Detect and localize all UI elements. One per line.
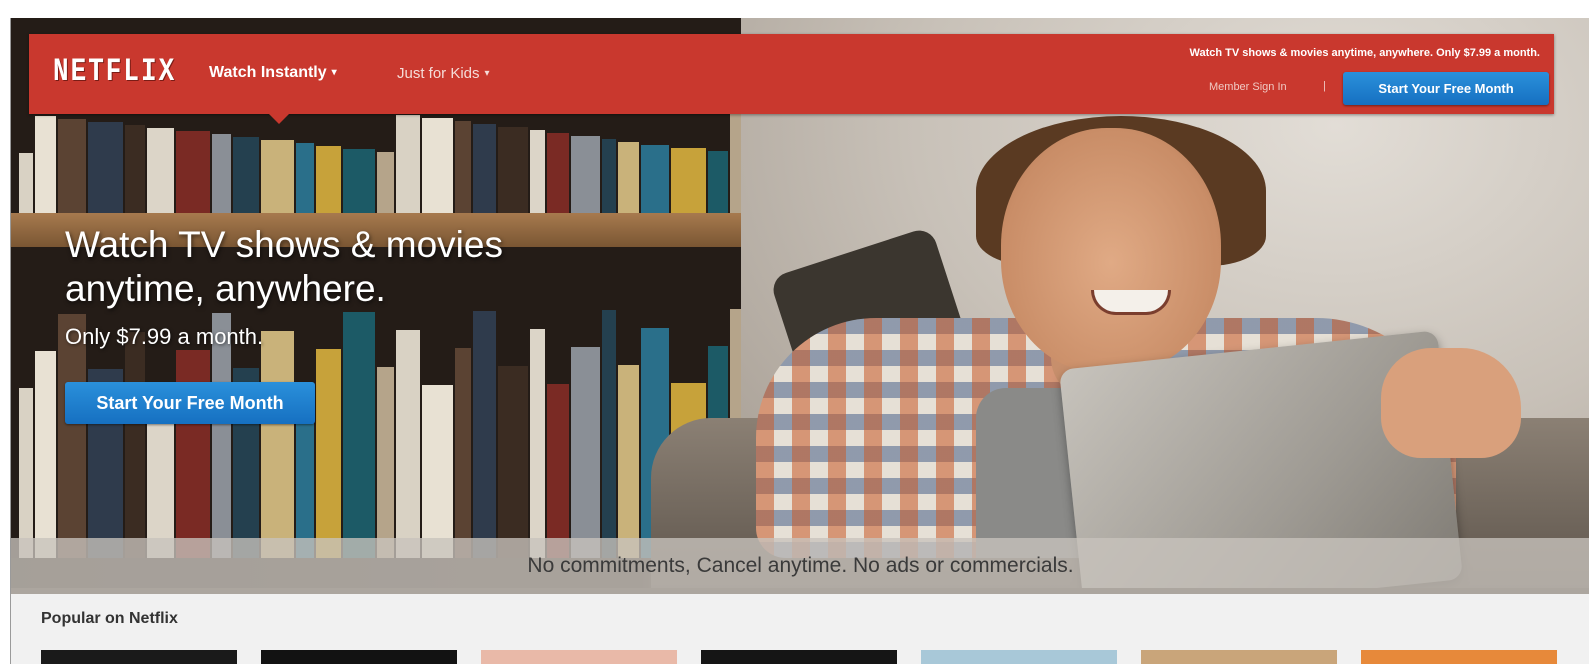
header-start-free-month-button[interactable]: Start Your Free Month <box>1343 72 1549 105</box>
hero-start-free-month-button[interactable]: Start Your Free Month <box>65 382 315 424</box>
book-spine <box>396 115 420 213</box>
book-spine <box>147 128 174 213</box>
book-spine <box>19 153 33 213</box>
person-smile <box>1091 290 1171 315</box>
books-top-row <box>11 113 757 213</box>
book-spine <box>261 140 294 213</box>
book-spine <box>498 366 528 558</box>
popular-title-poster[interactable] <box>1361 650 1557 664</box>
book-spine <box>377 367 394 558</box>
book-spine <box>35 351 56 558</box>
book-spine <box>377 152 394 213</box>
popular-title-poster[interactable] <box>1141 650 1337 664</box>
popular-title-poster[interactable] <box>481 650 677 664</box>
book-spine <box>498 127 528 213</box>
book-spine <box>316 146 341 213</box>
book-spine <box>455 121 471 213</box>
book-spine <box>422 385 453 558</box>
book-spine <box>455 348 471 558</box>
book-spine <box>88 122 123 213</box>
book-spine <box>473 311 496 558</box>
book-spine <box>618 142 639 213</box>
commitment-text: No commitments, Cancel anytime. No ads o… <box>527 554 1074 577</box>
book-spine <box>602 310 616 558</box>
nav-just-for-kids-label: Just for Kids <box>397 65 480 82</box>
chevron-down-icon: ▾ <box>331 67 337 78</box>
book-spine <box>296 143 314 213</box>
header-tagline: Watch TV shows & movies anytime, anywher… <box>1189 47 1540 59</box>
book-spine <box>641 145 669 213</box>
book-spine <box>422 118 453 213</box>
book-spine <box>19 388 33 558</box>
popular-title-poster[interactable] <box>921 650 1117 664</box>
book-spine <box>547 133 569 213</box>
book-spine <box>343 312 375 558</box>
book-spine <box>708 151 728 213</box>
active-nav-pointer <box>269 114 289 124</box>
hero-headline: Watch TV shows & movies anytime, anywher… <box>65 224 503 309</box>
nav-just-for-kids[interactable]: Just for Kids ▾ <box>397 65 490 82</box>
book-spine <box>602 139 616 213</box>
netflix-page: NETFLIX Watch Instantly ▾ Just for Kids ▾ … <box>10 18 1589 664</box>
member-sign-in-link[interactable]: Member Sign In <box>1209 81 1287 93</box>
popular-section-title: Popular on Netflix <box>41 610 178 627</box>
book-spine <box>176 131 210 213</box>
popular-title-poster[interactable] <box>41 650 237 664</box>
commitment-strip: No commitments, Cancel anytime. No ads o… <box>11 538 1589 594</box>
book-spine <box>530 130 545 213</box>
book-spine <box>58 314 86 558</box>
book-spine <box>547 384 569 558</box>
book-spine <box>58 119 86 213</box>
book-spine <box>233 137 259 213</box>
book-spine <box>571 347 600 558</box>
book-spine <box>316 349 341 558</box>
header-bar: NETFLIX Watch Instantly ▾ Just for Kids ▾ … <box>29 34 1554 114</box>
book-spine <box>261 331 294 558</box>
book-spine <box>125 332 145 558</box>
book-spine <box>671 148 706 213</box>
book-spine <box>396 330 420 558</box>
book-spine <box>530 329 545 558</box>
book-spine <box>473 124 496 213</box>
book-spine <box>35 116 56 213</box>
book-spine <box>125 125 145 213</box>
book-spine <box>343 149 375 213</box>
hero-price: Only $7.99 a month. <box>65 324 264 349</box>
nav-watch-instantly-label: Watch Instantly <box>209 64 327 81</box>
chevron-down-icon: ▾ <box>484 68 490 79</box>
header-separator: | <box>1323 80 1326 92</box>
popular-title-poster[interactable] <box>701 650 897 664</box>
nav-watch-instantly[interactable]: Watch Instantly ▾ <box>209 64 337 82</box>
person-hand <box>1381 348 1521 458</box>
person-face <box>1001 128 1221 373</box>
netflix-logo[interactable]: NETFLIX <box>53 52 176 90</box>
popular-section: Popular on Netflix <box>11 594 1589 664</box>
popular-title-poster[interactable] <box>261 650 457 664</box>
book-spine <box>618 365 639 558</box>
book-spine <box>571 136 600 213</box>
book-spine <box>212 134 231 213</box>
